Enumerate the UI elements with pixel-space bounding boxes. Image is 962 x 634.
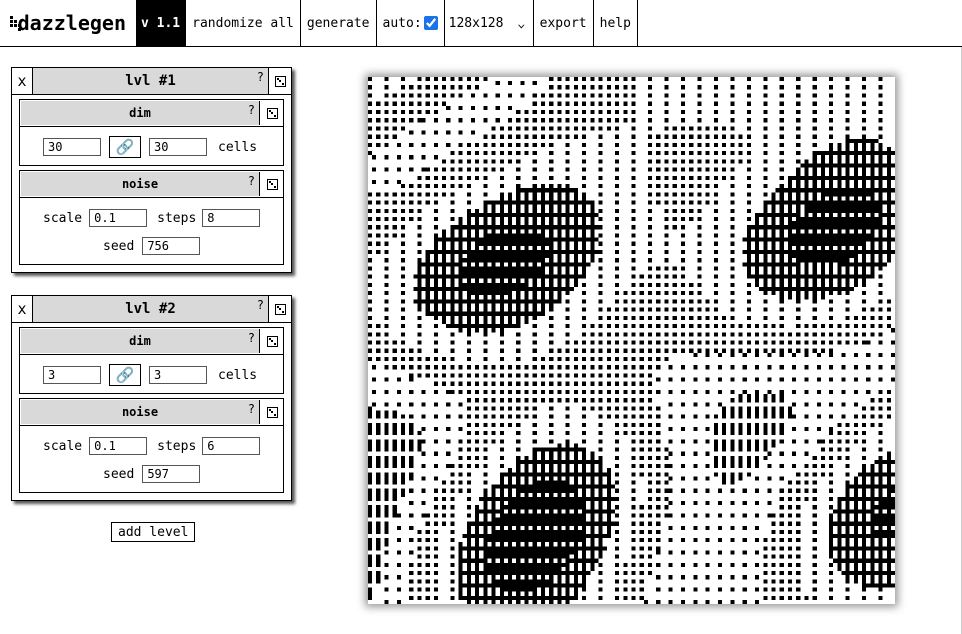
close-icon: x: [17, 72, 27, 90]
dim-section: dim? 30 🔗 30 cells: [19, 99, 284, 166]
level-panel-1: x lvl #1 ? dim? 30 🔗 30 cells noise? sca…: [11, 67, 292, 273]
close-level-button[interactable]: x: [12, 68, 33, 94]
dim-title: dim?: [21, 329, 260, 353]
dice-icon: [266, 406, 278, 418]
link-icon: 🔗: [115, 366, 135, 384]
seed-label: seed: [103, 466, 135, 482]
randomize-noise-button[interactable]: [261, 399, 283, 425]
noise-section: noise? scale 0.1 steps 8 seed 756: [19, 170, 284, 265]
dim-section: dim? 3 🔗 3 cells: [19, 327, 284, 394]
dice-icon: [266, 335, 278, 347]
level-panel-2: x lvl #2 ? dim? 3 🔗 3 cells noise? scale…: [11, 295, 292, 501]
seed-label: seed: [103, 238, 135, 254]
cells-label: cells: [218, 139, 258, 155]
level-title-text: lvl #2: [125, 301, 176, 317]
version-label: v 1.1: [136, 0, 187, 46]
level-title: lvl #1 ?: [33, 68, 269, 94]
auto-toggle[interactable]: auto:: [377, 0, 445, 46]
help-icon[interactable]: ?: [257, 70, 264, 84]
level-header: x lvl #2 ?: [12, 296, 291, 323]
link-icon: 🔗: [115, 138, 135, 156]
help-icon[interactable]: ?: [248, 331, 255, 345]
generate-button[interactable]: generate: [301, 0, 377, 46]
size-select[interactable]: 128x128 ⌄: [445, 0, 534, 46]
steps-label: steps: [157, 210, 197, 226]
help-icon[interactable]: ?: [248, 402, 255, 416]
add-level-button[interactable]: add level: [111, 522, 196, 542]
randomize-dim-button[interactable]: [261, 328, 283, 354]
auto-checkbox[interactable]: [423, 16, 438, 30]
help-icon[interactable]: ?: [248, 103, 255, 117]
steps-input[interactable]: 8: [202, 209, 261, 227]
app-name: dazzlegen: [17, 11, 126, 35]
randomize-level-button[interactable]: [269, 68, 291, 94]
close-icon: x: [17, 300, 27, 318]
dice-icon: [266, 178, 278, 190]
pattern-canvas[interactable]: [368, 77, 895, 604]
size-value: 128x128: [448, 15, 504, 31]
dice-icon: [274, 303, 286, 315]
link-dimensions-button[interactable]: 🔗: [109, 364, 141, 386]
scale-label: scale: [43, 210, 83, 226]
seed-input[interactable]: 597: [142, 465, 201, 483]
scale-label: scale: [43, 438, 83, 454]
dice-icon: [274, 75, 286, 87]
level-title: lvl #2 ?: [33, 296, 269, 322]
help-button[interactable]: help: [594, 0, 638, 46]
help-icon[interactable]: ?: [248, 174, 255, 188]
chevron-down-icon: ⌄: [517, 16, 526, 30]
dim-title-text: dim: [129, 106, 151, 120]
randomize-noise-button[interactable]: [261, 171, 283, 197]
dim-height-input[interactable]: 3: [149, 366, 207, 384]
seed-input[interactable]: 756: [142, 237, 201, 255]
dazzle-pattern-image: [368, 77, 895, 604]
scale-input[interactable]: 0.1: [89, 437, 148, 455]
close-level-button[interactable]: x: [12, 296, 33, 322]
dim-width-input[interactable]: 30: [43, 138, 101, 156]
noise-title-text: noise: [121, 177, 159, 191]
top-bar: dazzlegen v 1.1 randomize all generate a…: [0, 0, 962, 47]
brand: dazzlegen: [0, 0, 136, 46]
noise-title: noise?: [21, 400, 260, 424]
dim-height-input[interactable]: 30: [149, 138, 207, 156]
level-header: x lvl #1 ?: [12, 68, 291, 95]
noise-title: noise?: [21, 172, 260, 196]
steps-label: steps: [157, 438, 197, 454]
logo-icon: [10, 16, 21, 31]
link-dimensions-button[interactable]: 🔗: [109, 136, 141, 158]
dice-icon: [266, 107, 278, 119]
noise-title-text: noise: [121, 405, 159, 419]
dim-title-text: dim: [129, 334, 151, 348]
randomize-level-button[interactable]: [269, 296, 291, 322]
export-button[interactable]: export: [534, 0, 594, 46]
noise-section: noise? scale 0.1 steps 6 seed 597: [19, 398, 284, 493]
scale-input[interactable]: 0.1: [89, 209, 148, 227]
steps-input[interactable]: 6: [202, 437, 261, 455]
dim-title: dim?: [21, 101, 260, 125]
randomize-all-button[interactable]: randomize all: [186, 0, 301, 46]
cells-label: cells: [218, 367, 258, 383]
help-icon[interactable]: ?: [257, 298, 264, 312]
randomize-dim-button[interactable]: [261, 100, 283, 126]
level-title-text: lvl #1: [125, 73, 176, 89]
auto-label: auto:: [382, 15, 422, 31]
dim-width-input[interactable]: 3: [43, 366, 101, 384]
